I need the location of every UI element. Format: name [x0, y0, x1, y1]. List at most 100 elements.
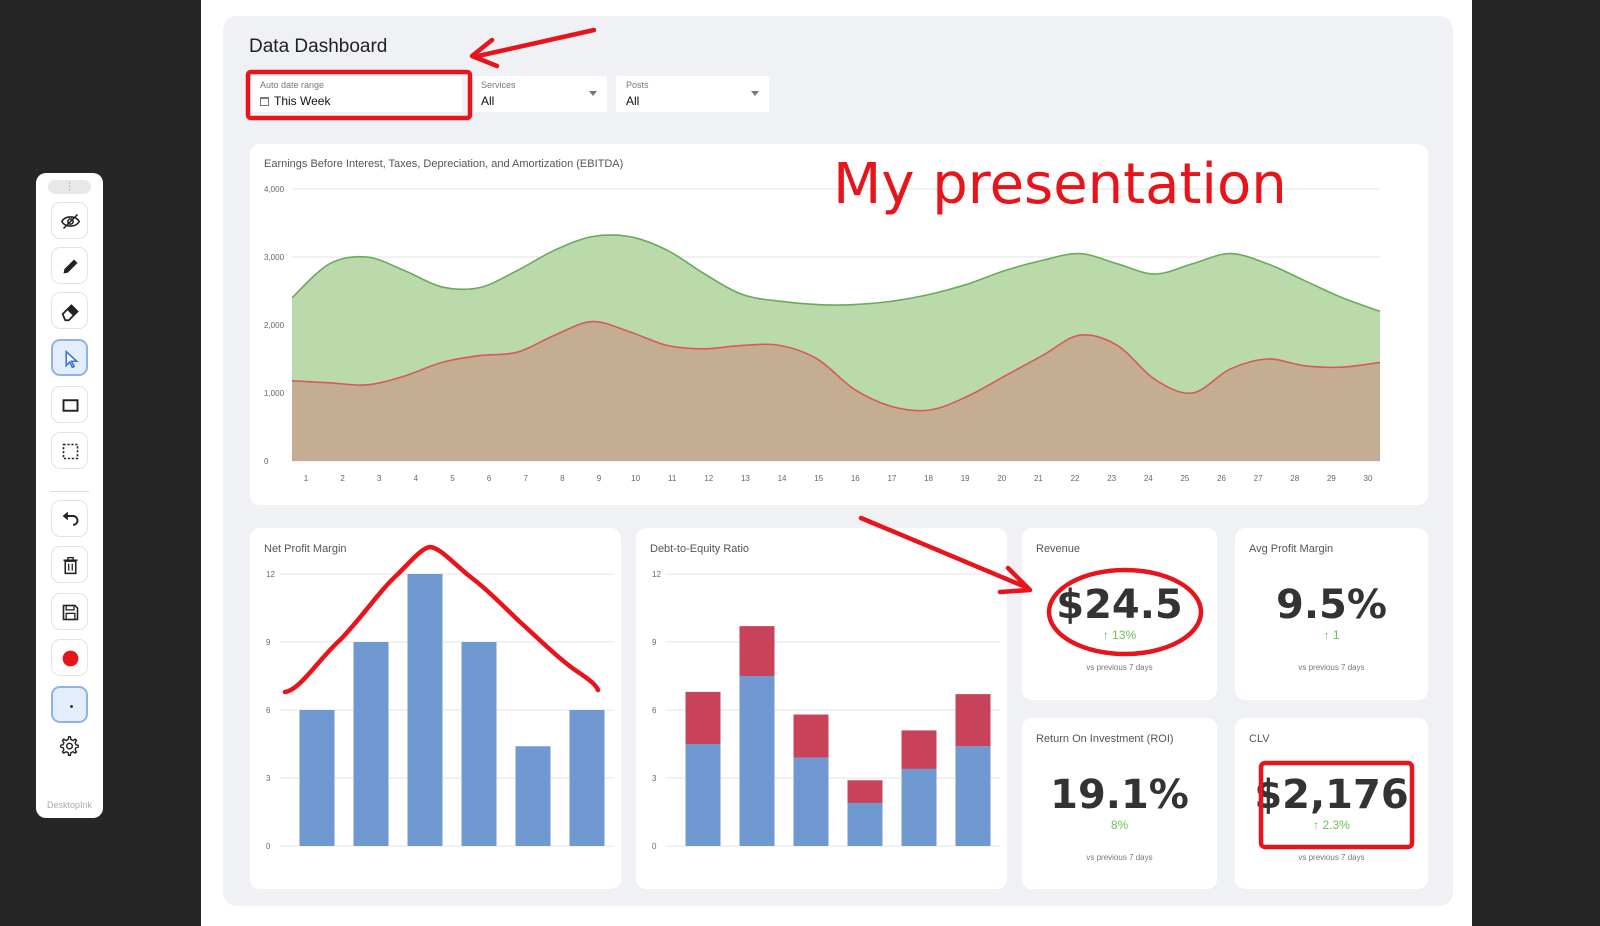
brush-size-button[interactable] — [51, 686, 88, 723]
pointer-button[interactable] — [51, 339, 88, 376]
x-tick-label: 28 — [1290, 474, 1299, 483]
x-tick-label: 8 — [560, 474, 565, 483]
posts-value: All — [626, 94, 640, 108]
revenue-value: $24.5 — [1056, 582, 1183, 628]
chevron-down-icon — [589, 91, 597, 96]
date-range-label: Auto date range — [260, 80, 325, 90]
hide-icon — [60, 213, 81, 230]
y-tick-label: 12 — [652, 570, 661, 579]
undo-button[interactable] — [51, 500, 88, 537]
x-tick-label: 10 — [631, 474, 640, 483]
roi-delta: 8% — [1110, 818, 1129, 832]
toolbar-grip[interactable]: ⋮ — [48, 180, 91, 194]
bar-segment-1 — [955, 746, 991, 846]
x-tick-label: 6 — [487, 474, 492, 483]
bar-segment-2 — [955, 694, 991, 747]
record-icon — [62, 650, 79, 667]
x-tick-label: 19 — [961, 474, 970, 483]
rectangle-button[interactable] — [51, 386, 88, 423]
record-button[interactable] — [51, 639, 88, 676]
dot-size-icon — [70, 705, 73, 708]
x-tick-label: 7 — [523, 474, 528, 483]
date-range-value: This Week — [260, 94, 330, 108]
posts-label: Posts — [626, 80, 649, 90]
x-tick-label: 29 — [1327, 474, 1336, 483]
y-tick-label: 0 — [264, 457, 269, 466]
roi-title: Return On Investment (ROI) — [1036, 733, 1174, 745]
de-stacked-bar-chart: 0 3 6 9 12 — [652, 570, 1000, 851]
posts-dropdown[interactable]: Posts All — [616, 76, 769, 112]
x-tick-label: 3 — [377, 474, 382, 483]
settings-button[interactable] — [51, 728, 88, 765]
save-icon — [62, 604, 79, 621]
services-value: All — [481, 94, 495, 108]
date-range-dropdown[interactable]: Auto date range This Week — [250, 76, 462, 112]
y-tick-label: 1,000 — [264, 389, 285, 398]
x-tick-label: 25 — [1180, 474, 1189, 483]
hide-annotations-button[interactable] — [51, 202, 88, 239]
bar — [515, 746, 551, 846]
toolbar-divider — [50, 491, 89, 492]
bar — [407, 574, 443, 846]
bar — [461, 642, 497, 846]
save-button[interactable] — [51, 593, 88, 630]
pen-button[interactable] — [51, 247, 88, 284]
presentation-annotation-text: My presentation — [833, 152, 1287, 217]
x-tick-label: 9 — [597, 474, 602, 483]
y-tick-label: 0 — [652, 842, 657, 851]
bar-segment-2 — [739, 626, 775, 676]
undo-icon — [62, 511, 79, 526]
x-tick-label: 24 — [1144, 474, 1153, 483]
roi-value: 19.1% — [1050, 772, 1189, 818]
y-tick-label: 9 — [652, 638, 657, 647]
bar-segment-2 — [901, 730, 937, 769]
y-tick-label: 4,000 — [264, 185, 285, 194]
npm-bar-chart: 0 3 6 9 12 — [266, 570, 614, 851]
net-profit-margin-card: Net Profit Margin 0 3 6 9 12 — [250, 528, 621, 889]
y-tick-label: 9 — [266, 638, 271, 647]
bar-segment-1 — [739, 676, 775, 846]
bar-segment-2 — [793, 714, 829, 758]
revenue-compare: vs previous 7 days — [1086, 663, 1153, 672]
dashboard-page: Data Dashboard Auto date range This Week… — [201, 0, 1472, 926]
x-tick-label: 2 — [340, 474, 345, 483]
services-dropdown[interactable]: Services All — [471, 76, 607, 112]
x-tick-label: 11 — [668, 474, 677, 483]
x-tick-label: 26 — [1217, 474, 1226, 483]
x-tick-label: 1 — [304, 474, 309, 483]
x-tick-label: 16 — [851, 474, 860, 483]
y-tick-label: 3 — [266, 774, 271, 783]
eraser-button[interactable] — [51, 292, 88, 329]
app-brand-label: DesktopInk — [46, 800, 93, 810]
trash-icon — [63, 556, 78, 575]
y-tick-label: 6 — [266, 706, 271, 715]
eraser-icon — [61, 304, 79, 322]
avg-margin-delta: ↑ 1 — [1323, 628, 1340, 642]
roi-compare: vs previous 7 days — [1086, 853, 1153, 862]
chevron-down-icon — [751, 91, 759, 96]
bar — [569, 710, 605, 846]
avg-margin-compare: vs previous 7 days — [1298, 663, 1365, 672]
x-tick-label: 18 — [924, 474, 933, 483]
y-tick-label: 0 — [266, 842, 271, 851]
clv-title: CLV — [1249, 733, 1270, 745]
avg-profit-margin-card: Avg Profit Margin 9.5% ↑ 1 vs previous 7… — [1235, 528, 1428, 700]
clv-delta: ↑ 2.3% — [1313, 818, 1350, 832]
services-label: Services — [481, 80, 516, 90]
select-area-button[interactable] — [51, 432, 88, 469]
calendar-icon — [260, 97, 269, 106]
select-area-icon — [62, 443, 79, 460]
gear-icon — [60, 736, 79, 756]
bar-segment-1 — [847, 802, 883, 846]
date-range-text: This Week — [274, 94, 331, 108]
delete-button[interactable] — [51, 546, 88, 583]
x-tick-label: 20 — [997, 474, 1006, 483]
bar-segment-2 — [847, 780, 883, 803]
x-tick-label: 23 — [1107, 474, 1116, 483]
avg-margin-title: Avg Profit Margin — [1249, 543, 1334, 555]
x-tick-label: 27 — [1254, 474, 1263, 483]
x-tick-label: 17 — [887, 474, 896, 483]
pen-icon — [63, 259, 78, 274]
x-tick-label: 22 — [1071, 474, 1080, 483]
pointer-icon — [65, 349, 79, 369]
